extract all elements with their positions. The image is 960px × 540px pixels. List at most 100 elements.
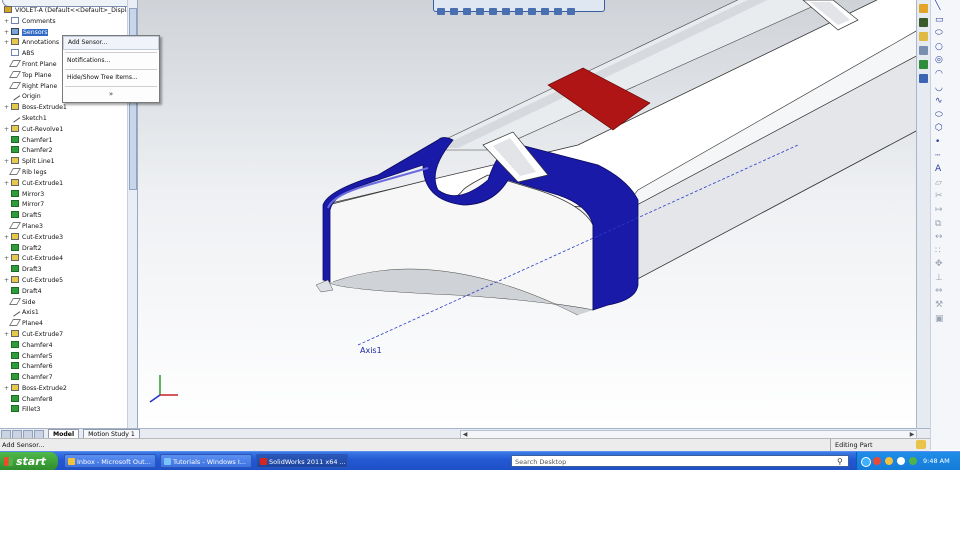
start-button[interactable]: start: [0, 452, 58, 470]
hide-show-icon[interactable]: [515, 8, 523, 15]
rapid-sketch-icon[interactable]: ▣: [931, 313, 960, 327]
file-explorer-icon[interactable]: [919, 32, 928, 41]
expand-icon[interactable]: +: [4, 179, 11, 190]
point-icon[interactable]: •: [931, 136, 960, 150]
tree-item[interactable]: Draft4: [0, 286, 128, 298]
tree-item[interactable]: Rib legs: [0, 167, 128, 179]
menu-item-notifications[interactable]: Notifications...: [63, 55, 159, 67]
text-icon[interactable]: A: [931, 163, 960, 177]
polygon-icon[interactable]: ⬡: [931, 122, 960, 136]
slot-icon[interactable]: ⬭: [931, 27, 960, 41]
zoom-area-icon[interactable]: [450, 8, 458, 15]
taskbar-button-outlook[interactable]: Inbox - Microsoft Out...: [64, 454, 156, 468]
view-palette-icon[interactable]: [919, 46, 928, 55]
tree-item[interactable]: + Cut-Extrude4: [0, 254, 128, 265]
volume-icon[interactable]: [897, 457, 905, 465]
rectangle-icon[interactable]: ▭: [931, 14, 960, 28]
tree-item[interactable]: Chamfer2: [0, 146, 128, 157]
view-orientation-icon[interactable]: [489, 8, 497, 15]
tree-item[interactable]: Mirror3: [0, 189, 128, 201]
menu-item-hide-show-tree-items[interactable]: Hide/Show Tree Items...: [63, 72, 159, 84]
taskbar-button-solidworks[interactable]: SolidWorks 2011 x64 ...: [256, 454, 348, 468]
offset-icon[interactable]: ⧉: [931, 218, 960, 232]
help-tray-icon[interactable]: [861, 457, 871, 467]
plane-icon[interactable]: ▱: [931, 177, 960, 191]
scroll-left-icon[interactable]: ◀: [461, 431, 469, 438]
tree-item[interactable]: Draft3: [0, 265, 128, 276]
extend-icon[interactable]: ↦: [931, 204, 960, 218]
expand-icon[interactable]: +: [4, 254, 11, 265]
expand-icon[interactable]: +: [4, 38, 11, 49]
desktop-search-input[interactable]: Search Desktop ⚲: [511, 455, 849, 467]
heads-up-view-toolbar[interactable]: [433, 0, 605, 15]
tree-item[interactable]: Chamfer8: [0, 394, 128, 406]
tree-item[interactable]: Plane3: [0, 221, 128, 233]
trim-icon[interactable]: ✂: [931, 190, 960, 204]
tree-item[interactable]: + Cut-Extrude1: [0, 178, 128, 190]
tree-item[interactable]: Chamfer4: [0, 340, 128, 352]
display-style-icon[interactable]: [502, 8, 510, 15]
dimension-icon[interactable]: ⇔: [931, 285, 960, 299]
repair-icon[interactable]: ⚒: [931, 299, 960, 313]
section-view-icon[interactable]: [476, 8, 484, 15]
part-model-view[interactable]: [138, 0, 918, 428]
update-icon[interactable]: [885, 457, 893, 465]
scroll-right-icon[interactable]: ▶: [908, 431, 916, 438]
expand-icon[interactable]: +: [4, 233, 11, 244]
tree-item[interactable]: Sketch1: [0, 112, 128, 125]
expand-icon[interactable]: +: [4, 103, 11, 114]
tree-item[interactable]: Chamfer5: [0, 351, 128, 363]
expand-icon[interactable]: +: [4, 157, 11, 168]
search-icon[interactable]: ⚲: [837, 457, 846, 466]
expand-icon[interactable]: +: [4, 330, 11, 341]
tree-item[interactable]: Chamfer1: [0, 135, 128, 147]
tree-item[interactable]: + Split Line1: [0, 157, 128, 168]
expand-icon[interactable]: +: [4, 28, 11, 39]
menu-expand-chevron[interactable]: »: [63, 89, 159, 99]
move-icon[interactable]: ✥: [931, 258, 960, 272]
expand-icon[interactable]: [567, 8, 575, 15]
graphics-viewport[interactable]: Axis1: [138, 0, 918, 428]
tree-item[interactable]: Side: [0, 297, 128, 309]
mirror-icon[interactable]: ↔: [931, 231, 960, 245]
scene-icon[interactable]: [541, 8, 549, 15]
relation-icon[interactable]: ⊥: [931, 272, 960, 286]
tree-item[interactable]: Plane4: [0, 319, 128, 330]
menu-item-add-sensor[interactable]: Add Sensor...: [63, 36, 159, 50]
custom-properties-icon[interactable]: [919, 74, 928, 83]
tree-item[interactable]: Draft5: [0, 211, 128, 222]
expand-icon[interactable]: +: [4, 17, 11, 28]
tree-item[interactable]: Chamfer6: [0, 362, 128, 373]
tree-item[interactable]: + Comments: [0, 16, 128, 28]
centerline-icon[interactable]: ┄: [931, 150, 960, 164]
tree-item[interactable]: + Boss-Extrude1: [0, 103, 128, 114]
arc-icon[interactable]: ◠: [931, 68, 960, 82]
security-icon[interactable]: [909, 457, 917, 465]
circle-icon[interactable]: ○: [931, 41, 960, 55]
zoom-fit-icon[interactable]: [437, 8, 445, 15]
clock[interactable]: 9:48 AM: [923, 452, 950, 470]
ellipse-icon[interactable]: ⬭: [931, 109, 960, 123]
help-icon[interactable]: [916, 440, 926, 449]
appearance-icon[interactable]: [528, 8, 536, 15]
tree-item[interactable]: Fillet3: [0, 405, 128, 416]
tree-item[interactable]: Mirror7: [0, 200, 128, 211]
tree-item[interactable]: + Cut-Revolve1: [0, 124, 128, 136]
tree-item[interactable]: Axis1: [0, 306, 128, 319]
view-settings-icon[interactable]: [554, 8, 562, 15]
circle-perimeter-icon[interactable]: ◎: [931, 54, 960, 68]
expand-icon[interactable]: +: [4, 125, 11, 136]
tree-item[interactable]: Chamfer7: [0, 373, 128, 384]
taskbar-button-ie[interactable]: Tutorials - Windows I...: [160, 454, 252, 468]
design-library-icon[interactable]: [919, 18, 928, 27]
axis1-label[interactable]: Axis1: [360, 346, 382, 355]
expand-icon[interactable]: +: [4, 276, 11, 287]
tree-item[interactable]: + Boss-Extrude2: [0, 383, 128, 395]
home-icon[interactable]: [919, 4, 928, 13]
tree-item[interactable]: Draft2: [0, 243, 128, 255]
spline-icon[interactable]: ∿: [931, 95, 960, 109]
tree-root[interactable]: VIOLET-A (Default<<Default>_Display: [0, 6, 134, 17]
arc-3pt-icon[interactable]: ◡: [931, 82, 960, 96]
expand-icon[interactable]: +: [4, 384, 11, 395]
linear-pattern-icon[interactable]: ∷: [931, 245, 960, 259]
